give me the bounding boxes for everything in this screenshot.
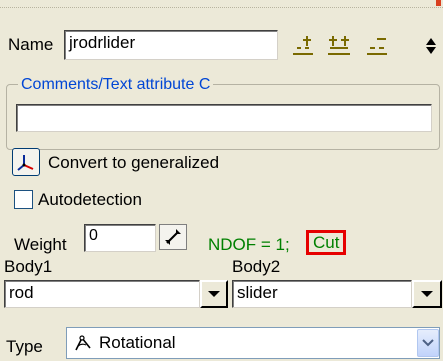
body2-label: Body2 — [232, 257, 281, 276]
top-divider — [0, 0, 443, 8]
cut-highlight-box: Cut — [306, 230, 347, 255]
window-edge-marker — [436, 0, 441, 6]
body1-dropdown-button[interactable] — [200, 280, 228, 308]
axes-icon — [17, 155, 34, 171]
chevron-down-icon — [422, 339, 434, 347]
weight-label: Weight — [14, 235, 67, 254]
autodetection-label[interactable]: Autodetection — [38, 191, 142, 208]
ndof-text: NDOF = 1; — [208, 235, 290, 254]
dropdown-arrow-icon — [208, 291, 220, 297]
autodetection-checkbox[interactable] — [14, 190, 33, 209]
weight-input[interactable]: 0 — [84, 224, 156, 252]
type-value: Rotational — [99, 333, 176, 352]
convert-label[interactable]: Convert to generalized — [48, 154, 219, 171]
body2-dropdown-button[interactable] — [412, 280, 442, 308]
weight-spin-button[interactable] — [159, 224, 187, 250]
convert-button[interactable] — [12, 148, 40, 176]
remove-element-icon[interactable] — [364, 34, 390, 56]
type-select[interactable]: Rotational — [66, 327, 440, 359]
comments-input[interactable] — [16, 104, 432, 132]
body2-select[interactable]: slider — [232, 280, 412, 308]
name-label: Name — [8, 35, 54, 54]
scroll-arrows-icon[interactable] — [424, 36, 438, 56]
body1-label: Body1 — [4, 257, 53, 276]
comments-caption: Comments/Text attribute C — [18, 77, 214, 93]
cut-text: Cut — [313, 233, 340, 252]
add-multiple-icon[interactable] — [326, 34, 352, 56]
add-element-icon[interactable] — [290, 34, 316, 56]
rotational-joint-icon — [73, 334, 93, 352]
name-input[interactable]: jrodrlider — [64, 30, 278, 60]
body1-select[interactable]: rod — [4, 280, 200, 308]
dropdown-arrow-icon — [421, 291, 433, 297]
type-dropdown-button[interactable] — [417, 329, 439, 357]
spin-arrows-icon — [165, 229, 181, 245]
type-label: Type — [6, 337, 43, 356]
